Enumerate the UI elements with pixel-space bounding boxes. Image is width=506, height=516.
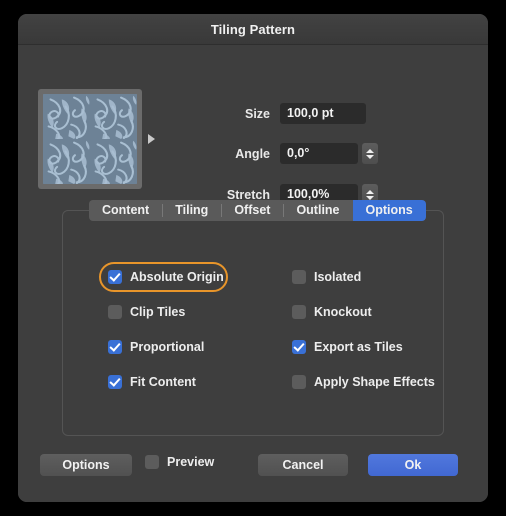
checkbox-fit-content[interactable]: Fit Content [108, 371, 218, 393]
pattern-swatch-frame[interactable] [38, 89, 142, 189]
stepper-up-icon[interactable] [366, 189, 374, 194]
size-input[interactable] [280, 103, 366, 124]
checkbox-preview[interactable]: Preview [145, 455, 214, 469]
damask-pattern-icon [43, 94, 137, 184]
checkbox-box-unchecked-icon[interactable] [292, 270, 306, 284]
dialog-body: Size Angle Stretch [18, 45, 488, 502]
checkbox-absolute-origin[interactable]: Absolute Origin [99, 262, 228, 292]
preview-label: Preview [167, 455, 215, 469]
checkbox-box-checked-icon[interactable] [108, 375, 122, 389]
swatch-disclosure-triangle-right-icon[interactable] [148, 134, 155, 144]
tab-panel-wrapper: Absolute Origin Clip Tiles Proportional [34, 200, 472, 436]
options-left-column: Absolute Origin Clip Tiles Proportional [99, 262, 228, 406]
dialog-footer: Options Preview Cancel Ok [18, 445, 488, 485]
stepper-up-icon[interactable] [366, 148, 374, 153]
tab-offset[interactable]: Offset [221, 200, 283, 221]
cancel-button[interactable]: Cancel [258, 454, 348, 476]
checkbox-label: Fit Content [130, 375, 196, 389]
checkbox-label: Isolated [314, 270, 362, 284]
checkbox-box-unchecked-icon[interactable] [145, 455, 159, 469]
checkbox-box-unchecked-icon[interactable] [108, 305, 122, 319]
tab-outline[interactable]: Outline [283, 200, 352, 221]
stepper-down-icon[interactable] [366, 195, 374, 200]
stepper-down-icon[interactable] [366, 154, 374, 159]
angle-stepper[interactable] [362, 143, 378, 164]
checkbox-isolated[interactable]: Isolated [292, 266, 435, 288]
dialog-title: Tiling Pattern [210, 21, 296, 37]
options-right-column: Isolated Knockout Export as Tiles Apply … [292, 266, 435, 406]
checkbox-label: Clip Tiles [130, 305, 186, 319]
checkbox-label: Proportional [130, 340, 205, 354]
checkbox-label: Knockout [314, 305, 372, 319]
checkbox-export-as-tiles[interactable]: Export as Tiles [292, 336, 435, 358]
checkbox-box-checked-icon[interactable] [292, 340, 306, 354]
checkbox-label: Export as Tiles [314, 340, 403, 354]
tab-tiling[interactable]: Tiling [162, 200, 221, 221]
checkbox-box-checked-icon[interactable] [108, 270, 122, 284]
dialog-titlebar: Tiling Pattern [18, 14, 488, 45]
angle-input[interactable] [280, 143, 358, 164]
options-button[interactable]: Options [40, 454, 132, 476]
tiling-pattern-dialog: Tiling Pattern Size 100,0 pt Angle 0,0° … [18, 14, 488, 502]
checkbox-label: Apply Shape Effects [314, 375, 435, 389]
checkbox-clip-tiles[interactable]: Clip Tiles [108, 301, 218, 323]
checkbox-label: Absolute Origin [130, 270, 224, 284]
options-panel: Absolute Origin Clip Tiles Proportional [62, 210, 444, 436]
pattern-swatch-preview[interactable] [43, 94, 137, 184]
tab-content[interactable]: Content [89, 200, 162, 221]
checkbox-apply-shape-effects[interactable]: Apply Shape Effects [292, 371, 435, 393]
tab-bar: Content Tiling Offset Outline Options [89, 200, 426, 221]
field-row-size: Size [186, 103, 366, 124]
size-label: Size [244, 106, 270, 121]
checkbox-box-unchecked-icon[interactable] [292, 375, 306, 389]
pattern-top-section: Size Angle Stretch [18, 45, 488, 205]
checkbox-proportional[interactable]: Proportional [108, 336, 218, 358]
checkbox-knockout[interactable]: Knockout [292, 301, 435, 323]
angle-label: Angle [235, 146, 270, 161]
checkbox-box-checked-icon[interactable] [108, 340, 122, 354]
ok-button[interactable]: Ok [368, 454, 458, 476]
checkbox-box-unchecked-icon[interactable] [292, 305, 306, 319]
field-row-angle: Angle [186, 143, 378, 164]
tab-options[interactable]: Options [352, 200, 426, 221]
